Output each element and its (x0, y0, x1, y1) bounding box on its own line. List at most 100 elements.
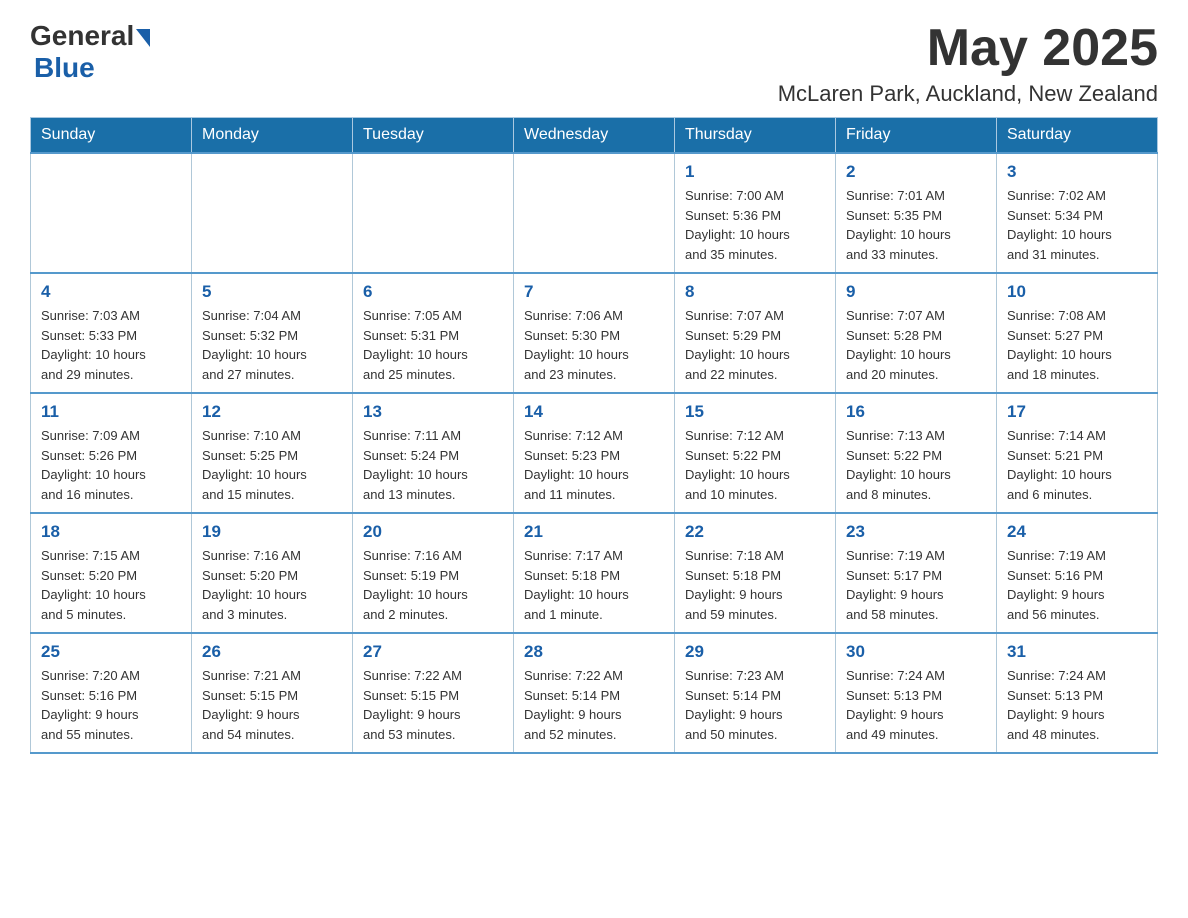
day-number: 1 (685, 162, 825, 182)
day-number: 6 (363, 282, 503, 302)
day-info: Sunrise: 7:16 AMSunset: 5:20 PMDaylight:… (202, 546, 342, 624)
day-info: Sunrise: 7:18 AMSunset: 5:18 PMDaylight:… (685, 546, 825, 624)
calendar-cell: 10 Sunrise: 7:08 AMSunset: 5:27 PMDayligh… (997, 273, 1158, 393)
calendar-cell: 25 Sunrise: 7:20 AMSunset: 5:16 PMDayligh… (31, 633, 192, 753)
day-info: Sunrise: 7:11 AMSunset: 5:24 PMDaylight:… (363, 426, 503, 504)
logo-arrow-icon (136, 29, 150, 47)
calendar-cell: 30 Sunrise: 7:24 AMSunset: 5:13 PMDayligh… (836, 633, 997, 753)
day-number: 30 (846, 642, 986, 662)
calendar-cell (192, 153, 353, 273)
calendar-cell: 17Sunrise: 7:14 AMSunset: 5:21 PMDayligh… (997, 393, 1158, 513)
page-header: General Blue May 2025 McLaren Park, Auck… (30, 20, 1158, 107)
weekday-header-thursday: Thursday (675, 118, 836, 154)
day-info: Sunrise: 7:05 AMSunset: 5:31 PMDaylight:… (363, 306, 503, 384)
calendar-cell: 19 Sunrise: 7:16 AMSunset: 5:20 PMDayligh… (192, 513, 353, 633)
day-info: Sunrise: 7:15 AMSunset: 5:20 PMDaylight:… (41, 546, 181, 624)
calendar-cell (353, 153, 514, 273)
day-info: Sunrise: 7:03 AMSunset: 5:33 PMDaylight:… (41, 306, 181, 384)
calendar-cell: 29 Sunrise: 7:23 AMSunset: 5:14 PMDayligh… (675, 633, 836, 753)
day-number: 15 (685, 402, 825, 422)
day-number: 14 (524, 402, 664, 422)
day-info: Sunrise: 7:08 AMSunset: 5:27 PMDaylight:… (1007, 306, 1147, 384)
calendar-cell: 3Sunrise: 7:02 AMSunset: 5:34 PMDaylight… (997, 153, 1158, 273)
location-title: McLaren Park, Auckland, New Zealand (778, 81, 1158, 107)
day-number: 11 (41, 402, 181, 422)
weekday-header-row: SundayMondayTuesdayWednesdayThursdayFrid… (31, 118, 1158, 154)
calendar-cell: 16Sunrise: 7:13 AMSunset: 5:22 PMDayligh… (836, 393, 997, 513)
calendar-cell: 23 Sunrise: 7:19 AMSunset: 5:17 PMDayligh… (836, 513, 997, 633)
day-number: 25 (41, 642, 181, 662)
day-info: Sunrise: 7:07 AMSunset: 5:29 PMDaylight:… (685, 306, 825, 384)
day-number: 20 (363, 522, 503, 542)
day-number: 24 (1007, 522, 1147, 542)
day-info: Sunrise: 7:17 AMSunset: 5:18 PMDaylight:… (524, 546, 664, 624)
day-number: 10 (1007, 282, 1147, 302)
calendar-cell: 12 Sunrise: 7:10 AMSunset: 5:25 PMDayligh… (192, 393, 353, 513)
calendar-cell: 28Sunrise: 7:22 AMSunset: 5:14 PMDayligh… (514, 633, 675, 753)
day-info: Sunrise: 7:09 AMSunset: 5:26 PMDaylight:… (41, 426, 181, 504)
calendar-cell: 8 Sunrise: 7:07 AMSunset: 5:29 PMDaylight… (675, 273, 836, 393)
calendar-cell: 15 Sunrise: 7:12 AMSunset: 5:22 PMDayligh… (675, 393, 836, 513)
calendar-cell: 6 Sunrise: 7:05 AMSunset: 5:31 PMDaylight… (353, 273, 514, 393)
day-number: 19 (202, 522, 342, 542)
day-number: 7 (524, 282, 664, 302)
calendar-cell: 24 Sunrise: 7:19 AMSunset: 5:16 PMDayligh… (997, 513, 1158, 633)
calendar-cell: 31Sunrise: 7:24 AMSunset: 5:13 PMDayligh… (997, 633, 1158, 753)
day-info: Sunrise: 7:24 AMSunset: 5:13 PMDaylight:… (1007, 666, 1147, 744)
day-number: 22 (685, 522, 825, 542)
logo-blue-text: Blue (34, 52, 95, 83)
logo-general-text: General (30, 20, 134, 52)
day-number: 17 (1007, 402, 1147, 422)
day-number: 4 (41, 282, 181, 302)
calendar-cell: 7Sunrise: 7:06 AMSunset: 5:30 PMDaylight… (514, 273, 675, 393)
calendar-cell: 13 Sunrise: 7:11 AMSunset: 5:24 PMDayligh… (353, 393, 514, 513)
day-number: 18 (41, 522, 181, 542)
weekday-header-saturday: Saturday (997, 118, 1158, 154)
weekday-header-sunday: Sunday (31, 118, 192, 154)
calendar-cell: 11 Sunrise: 7:09 AMSunset: 5:26 PMDayligh… (31, 393, 192, 513)
day-info: Sunrise: 7:00 AMSunset: 5:36 PMDaylight:… (685, 186, 825, 264)
calendar-cell: 22 Sunrise: 7:18 AMSunset: 5:18 PMDayligh… (675, 513, 836, 633)
calendar-cell: 5 Sunrise: 7:04 AMSunset: 5:32 PMDaylight… (192, 273, 353, 393)
day-info: Sunrise: 7:19 AMSunset: 5:16 PMDaylight:… (1007, 546, 1147, 624)
day-info: Sunrise: 7:13 AMSunset: 5:22 PMDaylight:… (846, 426, 986, 504)
day-info: Sunrise: 7:07 AMSunset: 5:28 PMDaylight:… (846, 306, 986, 384)
week-row-3: 11 Sunrise: 7:09 AMSunset: 5:26 PMDayligh… (31, 393, 1158, 513)
day-info: Sunrise: 7:23 AMSunset: 5:14 PMDaylight:… (685, 666, 825, 744)
day-info: Sunrise: 7:22 AMSunset: 5:14 PMDaylight:… (524, 666, 664, 744)
day-number: 9 (846, 282, 986, 302)
day-number: 29 (685, 642, 825, 662)
day-number: 8 (685, 282, 825, 302)
title-area: May 2025 McLaren Park, Auckland, New Zea… (778, 20, 1158, 107)
calendar-cell: 14 Sunrise: 7:12 AMSunset: 5:23 PMDayligh… (514, 393, 675, 513)
day-number: 21 (524, 522, 664, 542)
day-info: Sunrise: 7:24 AMSunset: 5:13 PMDaylight:… (846, 666, 986, 744)
calendar-cell (31, 153, 192, 273)
day-info: Sunrise: 7:12 AMSunset: 5:23 PMDaylight:… (524, 426, 664, 504)
day-info: Sunrise: 7:10 AMSunset: 5:25 PMDaylight:… (202, 426, 342, 504)
day-info: Sunrise: 7:16 AMSunset: 5:19 PMDaylight:… (363, 546, 503, 624)
day-number: 12 (202, 402, 342, 422)
day-info: Sunrise: 7:19 AMSunset: 5:17 PMDaylight:… (846, 546, 986, 624)
day-info: Sunrise: 7:04 AMSunset: 5:32 PMDaylight:… (202, 306, 342, 384)
calendar-cell: 1 Sunrise: 7:00 AMSunset: 5:36 PMDaylight… (675, 153, 836, 273)
day-info: Sunrise: 7:21 AMSunset: 5:15 PMDaylight:… (202, 666, 342, 744)
day-number: 13 (363, 402, 503, 422)
day-number: 23 (846, 522, 986, 542)
calendar-cell: 2Sunrise: 7:01 AMSunset: 5:35 PMDaylight… (836, 153, 997, 273)
calendar-cell: 9 Sunrise: 7:07 AMSunset: 5:28 PMDaylight… (836, 273, 997, 393)
week-row-4: 18 Sunrise: 7:15 AMSunset: 5:20 PMDayligh… (31, 513, 1158, 633)
logo: General (30, 20, 152, 52)
day-info: Sunrise: 7:20 AMSunset: 5:16 PMDaylight:… (41, 666, 181, 744)
calendar-cell (514, 153, 675, 273)
day-number: 5 (202, 282, 342, 302)
day-number: 2 (846, 162, 986, 182)
calendar-table: SundayMondayTuesdayWednesdayThursdayFrid… (30, 117, 1158, 754)
calendar-cell: 4 Sunrise: 7:03 AMSunset: 5:33 PMDaylight… (31, 273, 192, 393)
week-row-5: 25 Sunrise: 7:20 AMSunset: 5:16 PMDayligh… (31, 633, 1158, 753)
weekday-header-friday: Friday (836, 118, 997, 154)
day-info: Sunrise: 7:12 AMSunset: 5:22 PMDaylight:… (685, 426, 825, 504)
calendar-cell: 26 Sunrise: 7:21 AMSunset: 5:15 PMDayligh… (192, 633, 353, 753)
day-number: 26 (202, 642, 342, 662)
calendar-cell: 27Sunrise: 7:22 AMSunset: 5:15 PMDayligh… (353, 633, 514, 753)
